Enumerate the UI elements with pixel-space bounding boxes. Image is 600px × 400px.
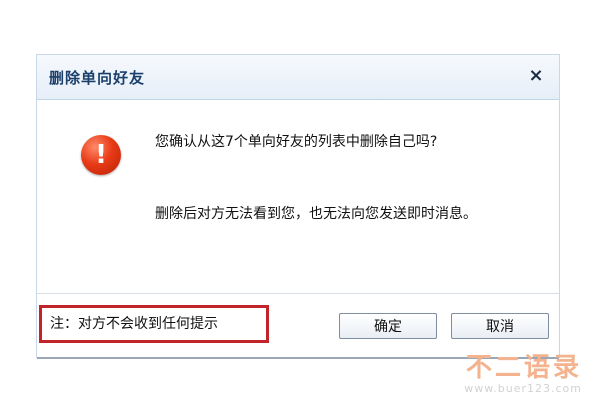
dialog-title: 删除单向好友 — [49, 69, 146, 87]
exclamation-alert-icon: ! — [81, 135, 121, 175]
footer-divider — [37, 293, 559, 294]
consequence-message: 删除后对方无法看到您，也无法向您发送即时消息。 — [155, 206, 477, 222]
cancel-button[interactable]: 取消 — [451, 313, 549, 339]
no-notification-note: 注：对方不会收到任何提示 — [39, 305, 269, 343]
watermark-url: www.buer123.com — [464, 382, 582, 395]
watermark: 不二语录 www.buer123.com — [432, 354, 582, 396]
dialog-titlebar: 删除单向好友 × — [37, 55, 559, 100]
watermark-title: 不二语录 — [465, 353, 582, 383]
delete-one-way-friend-dialog: 删除单向好友 × ! 您确认从这7个单向好友的列表中删除自己吗? 删除后对方无法… — [36, 54, 560, 359]
confirm-message: 您确认从这7个单向好友的列表中删除自己吗? — [155, 134, 438, 150]
ok-button[interactable]: 确定 — [339, 313, 437, 339]
close-icon[interactable]: × — [525, 65, 547, 87]
